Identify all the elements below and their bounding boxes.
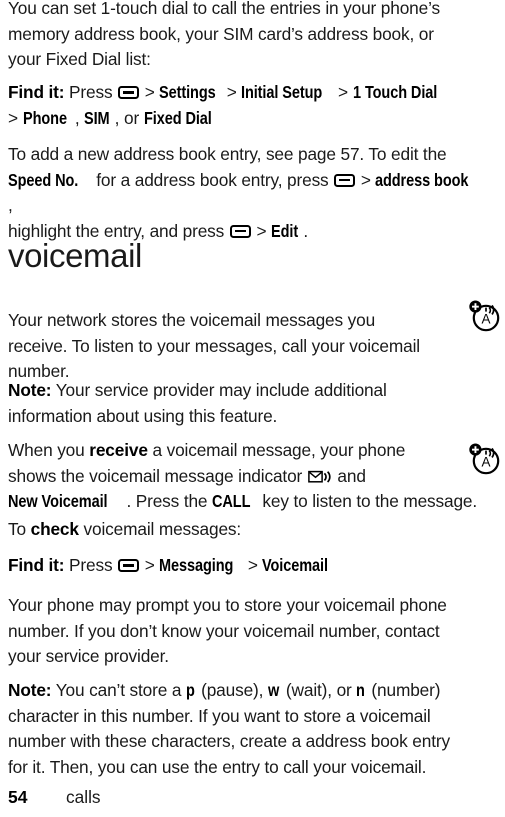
find-it-block-1: Find it: Press > Settings > Initial Setup…	[8, 80, 490, 131]
menu-key-icon	[118, 86, 140, 99]
receive-text-5: . Press the	[126, 491, 213, 512]
comma-1: ,	[74, 107, 80, 128]
receive-paragraph: When you receive a voicemail message, yo…	[8, 438, 490, 515]
receive-line-1: When you receive a voicemail message, yo…	[8, 438, 490, 464]
note-2-line-3: number with these characters, create a a…	[8, 731, 450, 752]
section-heading-wrap: voicemail	[8, 238, 490, 274]
note-2-line-1: Note: You can’t store a p (pause), w (wa…	[8, 678, 490, 704]
svg-text:A: A	[481, 311, 490, 326]
breadcrumb-separator: >	[144, 555, 155, 575]
breadcrumb-separator-2: >	[226, 82, 237, 102]
note-2-text-3: (wait), or	[281, 680, 357, 700]
receive-line-3: New Voicemail . Press the CALL key to lis…	[8, 489, 490, 515]
breadcrumb-separator: >	[360, 169, 371, 190]
menu-key-icon	[334, 173, 356, 187]
find-it-label: Find it:	[8, 82, 65, 102]
breadcrumb-separator-2: >	[247, 555, 258, 575]
note-1-line-1: Note: Your service provider may include …	[8, 378, 490, 404]
network-stores-line-2: receive. To listen to your messages, cal…	[8, 335, 420, 356]
prompt-store-line-1: Your phone may prompt you to store your …	[8, 595, 447, 615]
note-1-text: Your service provider may include additi…	[51, 380, 387, 400]
press-word: Press	[69, 555, 113, 575]
trailing-comma: ,	[8, 195, 13, 216]
prompt-store-line-2: number. If you don’t know your voicemail…	[8, 620, 440, 641]
char-number: n	[356, 680, 366, 700]
intro-line-1: You can set 1-touch dial to call the ent…	[8, 0, 440, 18]
to-check-text-1: To	[8, 519, 31, 539]
note-2-text-4: (number)	[366, 680, 441, 700]
to-check-line: To check voicemail messages:	[8, 517, 490, 543]
network-personalize-icon: A	[468, 442, 502, 476]
menu-item-sim: SIM	[84, 107, 110, 128]
receive-text-6: key to listen to the message.	[257, 491, 478, 512]
menu-item-messaging: Messaging	[159, 555, 234, 575]
edit-entry-line-1: To add a new address book entry, see pag…	[8, 144, 447, 164]
network-personalize-icon: A	[468, 299, 502, 333]
char-wait: w	[267, 680, 280, 700]
intro-paragraph: You can set 1-touch dial to call the ent…	[8, 0, 490, 73]
edit-entry-paragraph: To add a new address book entry, see pag…	[8, 142, 490, 244]
receive-text-1: When you	[8, 440, 90, 460]
receive-text-4: and	[332, 465, 366, 486]
menu-item-address-book: address book	[375, 169, 469, 190]
receive-line-2: shows the voicemail message indicator an…	[8, 464, 490, 490]
note-block-2: Note: You can’t store a p (pause), w (wa…	[8, 678, 490, 780]
note-1-line-2: information about using this feature.	[8, 405, 278, 426]
menu-item-initial-setup: Initial Setup	[241, 82, 323, 102]
voicemail-message-indicator-icon	[307, 470, 332, 484]
find-it-1-line-1: Find it: Press > Settings > Initial Setup…	[8, 80, 490, 106]
find-it-1-line-2: > Phone, SIM, or Fixed Dial	[8, 106, 490, 132]
menu-item-phone: Phone	[22, 107, 67, 128]
receive-text-3: shows the voicemail message indicator	[8, 465, 307, 486]
note-2-text-2: (pause),	[196, 680, 268, 700]
prompt-store-line-3: your service provider.	[8, 646, 169, 667]
find-it-2-line-1: Find it: Press > Messaging > Voicemail	[8, 553, 490, 579]
manual-page: You can set 1-touch dial to call the ent…	[0, 0, 505, 817]
speed-no-label: Speed No.	[8, 169, 79, 190]
to-check-bold: check	[30, 519, 79, 539]
breadcrumb-separator-3: >	[338, 82, 348, 102]
call-key-label: CALL	[212, 491, 251, 512]
receive-bold: receive	[89, 440, 148, 460]
intro-line-2: memory address book, your SIM card’s add…	[8, 23, 434, 44]
footer-chapter-name: calls	[66, 787, 101, 807]
page-title: voicemail	[8, 237, 142, 274]
edit-entry-text-mid: for a address book entry, press	[91, 169, 334, 190]
find-it-label: Find it:	[8, 555, 65, 575]
press-word: Press	[69, 82, 113, 102]
comma-2: ,	[114, 107, 120, 128]
menu-key-icon	[229, 224, 251, 238]
note-label: Note:	[8, 380, 52, 400]
intro-line-3: your Fixed Dial list:	[8, 49, 151, 70]
find-it-block-2: Find it: Press > Messaging > Voicemail	[8, 553, 490, 579]
receive-text-2: a voicemail message, your phone	[147, 440, 406, 460]
char-pause: p	[185, 680, 195, 700]
menu-item-settings: Settings	[159, 82, 217, 102]
status-new-voicemail: New Voicemail	[8, 491, 108, 512]
network-stores-paragraph: Your network stores the voicemail messag…	[8, 308, 490, 385]
footer-page-number: 54	[8, 787, 28, 807]
edit-entry-line-2: Speed No. for a address book entry, pres…	[8, 168, 490, 219]
note-2-line-2: character in this number. If you want to…	[8, 705, 431, 726]
note-2-line-4: for it. Then, you can use the entry to c…	[8, 756, 427, 777]
menu-item-voicemail: Voicemail	[262, 555, 329, 575]
note-label: Note:	[8, 680, 52, 700]
to-check-paragraph: To check voicemail messages:	[8, 517, 490, 543]
menu-key-icon	[118, 559, 140, 572]
to-check-text-2: voicemail messages:	[78, 519, 242, 539]
breadcrumb-separator: >	[144, 82, 155, 102]
note-block-1: Note: Your service provider may include …	[8, 378, 490, 429]
menu-item-fixed-dial: Fixed Dial	[143, 107, 212, 128]
page-footer: 54 calls	[8, 785, 490, 809]
svg-text:A: A	[481, 454, 490, 469]
prompt-store-paragraph: Your phone may prompt you to store your …	[8, 593, 490, 670]
note-2-text-1: You can’t store a	[51, 680, 186, 700]
or-word: or	[123, 107, 140, 128]
menu-item-1-touch-dial: 1 Touch Dial	[352, 82, 437, 102]
breadcrumb-separator-4: >	[8, 107, 18, 128]
network-stores-line-1: Your network stores the voicemail messag…	[8, 310, 376, 330]
